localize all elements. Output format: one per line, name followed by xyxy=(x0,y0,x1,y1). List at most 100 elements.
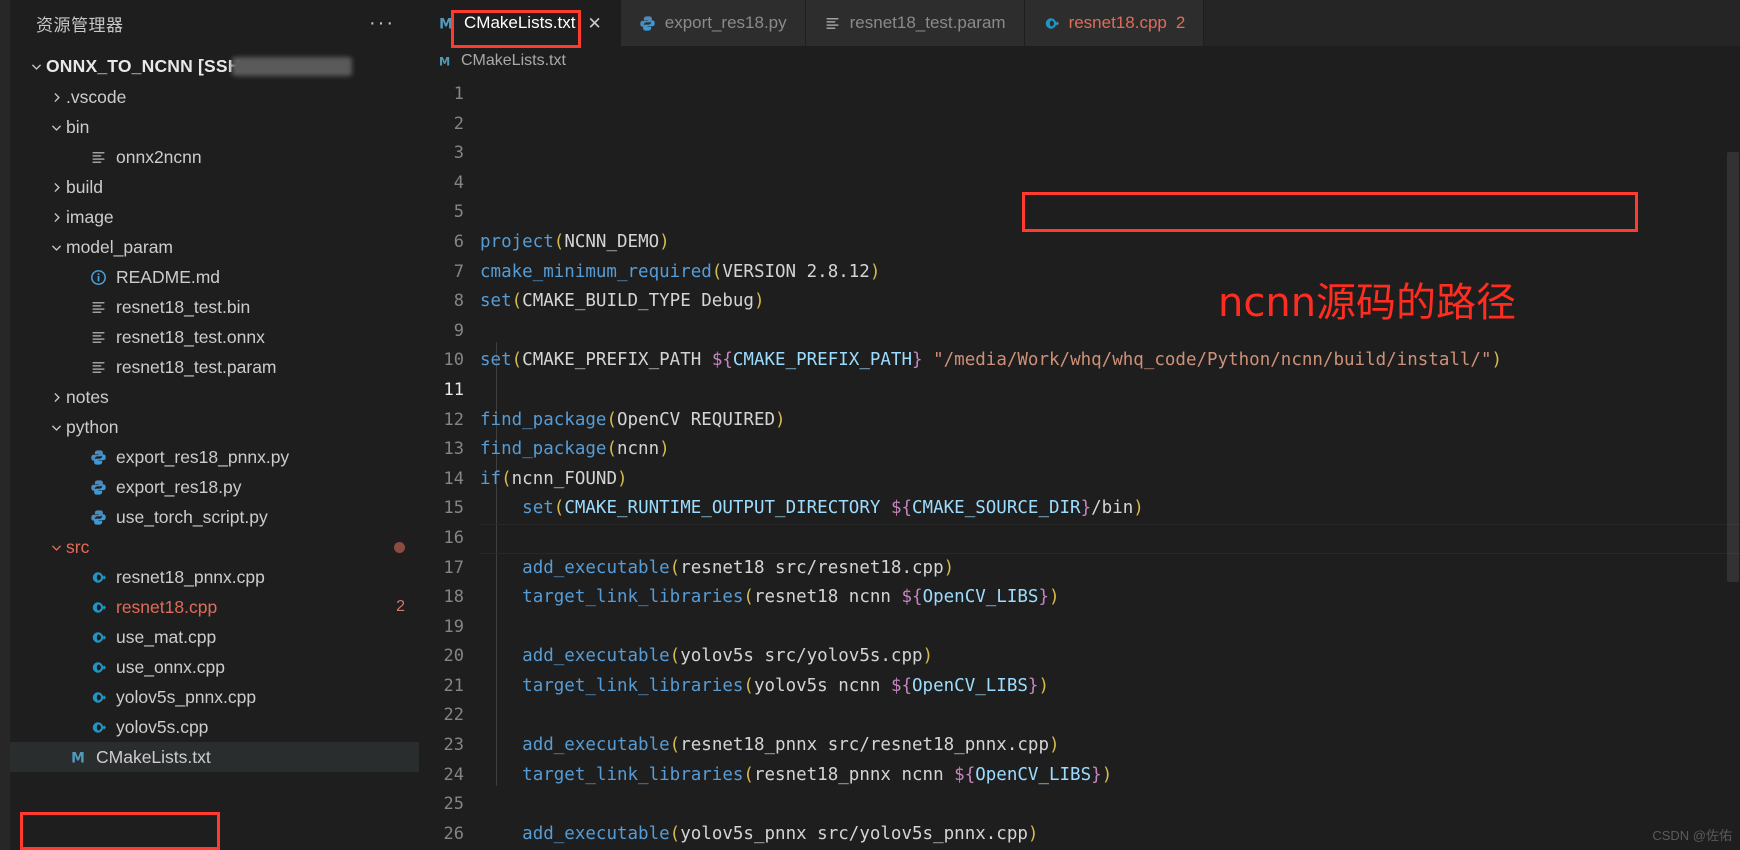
tree-item-src[interactable]: src xyxy=(10,532,419,562)
markdown-info-icon xyxy=(86,269,110,286)
tab-export-res18-py[interactable]: export_res18.py xyxy=(620,0,806,46)
code-line[interactable]: add_executable(resnet18_pnnx src/resnet1… xyxy=(480,731,1740,761)
tab-cmakelists-txt[interactable]: M CMakeLists.txt ✕ xyxy=(420,0,621,46)
breadcrumb[interactable]: M CMakeLists.txt xyxy=(420,46,1740,76)
tree-item-build[interactable]: build xyxy=(10,172,419,202)
tree-item-label: resnet18_test.onnx xyxy=(116,326,265,347)
tree-item--vscode[interactable]: .vscode xyxy=(10,82,419,112)
code-line[interactable]: if(ncnn_FOUND) xyxy=(480,465,1740,495)
tree-item-resnet18-test-onnx[interactable]: resnet18_test.onnx xyxy=(10,322,419,352)
tree-item-export-res18-py[interactable]: export_res18.py xyxy=(10,472,419,502)
markdown-m-icon: M xyxy=(66,749,90,766)
code-token: OpenCV_LIBS xyxy=(922,587,1039,608)
tab-resnet18-cpp[interactable]: resnet18.cpp 2 xyxy=(1024,0,1205,46)
code-token: set xyxy=(480,350,512,371)
code-line[interactable]: project(NCNN_DEMO) xyxy=(480,228,1740,258)
more-actions-icon[interactable]: ··· xyxy=(363,13,401,33)
code-token: ( xyxy=(711,261,723,282)
code-token: ( xyxy=(743,675,754,696)
code-token: /bin xyxy=(1091,498,1134,519)
explorer-title: 资源管理器 xyxy=(36,15,124,35)
tree-item-resnet18-test-param[interactable]: resnet18_test.param xyxy=(10,352,419,382)
tree-item-resnet18-test-bin[interactable]: resnet18_test.bin xyxy=(10,292,419,322)
editor-scrollbar-thumb[interactable] xyxy=(1727,152,1739,582)
tab-resnet18-test-param[interactable]: resnet18_test.param xyxy=(805,0,1025,46)
code-line[interactable] xyxy=(480,317,1740,347)
close-icon[interactable]: ✕ xyxy=(587,15,601,32)
code-line[interactable]: set(CMAKE_PREFIX_PATH ${CMAKE_PREFIX_PAT… xyxy=(480,346,1740,376)
code-token: ncnn xyxy=(616,439,660,460)
code-token: ( xyxy=(511,291,523,312)
code-line[interactable]: target_link_libraries(resnet18 ncnn ${Op… xyxy=(480,583,1740,613)
code-line[interactable] xyxy=(480,701,1740,731)
code-line[interactable] xyxy=(480,613,1740,643)
code-line[interactable]: add_executable(resnet18 src/resnet18.cpp… xyxy=(480,554,1740,584)
tree-item-onnx2ncnn[interactable]: onnx2ncnn xyxy=(10,142,419,172)
code-line[interactable]: set(CMAKE_RUNTIME_OUTPUT_DIRECTORY ${CMA… xyxy=(480,494,1740,524)
tree-item-root[interactable]: ONNX_TO_NCNN [SSH: xyxy=(10,50,419,82)
tree-item-label: src xyxy=(66,536,90,557)
code-token: ( xyxy=(743,587,754,608)
code-line[interactable]: target_link_libraries(resnet18_pnnx ncnn… xyxy=(480,761,1740,791)
tree-item-cmakelists-txt[interactable]: M CMakeLists.txt xyxy=(10,742,419,772)
code-token: add_executable xyxy=(522,557,670,578)
code-editor[interactable]: 1 2 3 4 5 6 7 8 9 10 11 12 13 14 15 16 17 18 19 20 21 22 23 24 2… xyxy=(420,76,1740,850)
tree-item-model-param[interactable]: model_param xyxy=(10,232,419,262)
code-line[interactable] xyxy=(480,523,1740,554)
code-line[interactable] xyxy=(480,790,1740,820)
markdown-m-icon: M xyxy=(438,15,455,32)
tree-item-image[interactable]: image xyxy=(10,202,419,232)
code-token: ) xyxy=(1491,350,1503,371)
tree-item-use-mat-cpp[interactable]: use_mat.cpp xyxy=(10,622,419,652)
redacted-host xyxy=(232,57,352,76)
code-token: ( xyxy=(669,557,681,578)
code-token: ) xyxy=(1049,587,1060,608)
line-number: 7 xyxy=(453,261,464,282)
chevron-right-icon xyxy=(46,391,66,404)
code-line[interactable] xyxy=(480,376,1740,406)
tree-item-resnet18-pnnx-cpp[interactable]: resnet18_pnnx.cpp xyxy=(10,562,419,592)
code-content[interactable]: project(NCNN_DEMO) cmake_minimum_required… xyxy=(480,76,1740,850)
line-number: 11 xyxy=(443,379,464,400)
code-line[interactable]: find_package(ncnn) xyxy=(480,435,1740,465)
tree-item-use-torch-script-py[interactable]: use_torch_script.py xyxy=(10,502,419,532)
line-number: 4 xyxy=(453,172,464,193)
code-line[interactable]: target_link_libraries(yolov5s ncnn ${Ope… xyxy=(480,672,1740,702)
problem-badge: 2 xyxy=(396,598,405,615)
code-line[interactable]: set(CMAKE_BUILD_TYPE Debug) xyxy=(480,287,1740,317)
code-line[interactable]: cmake_minimum_required(VERSION 2.8.12) xyxy=(480,258,1740,288)
code-line[interactable]: add_executable(yolov5s src/yolov5s.cpp) xyxy=(480,642,1740,672)
tree-item-use-onnx-cpp[interactable]: use_onnx.cpp xyxy=(10,652,419,682)
code-token: find_package xyxy=(480,439,607,460)
tree-item-yolov5s-cpp[interactable]: yolov5s.cpp xyxy=(10,712,419,742)
python-icon xyxy=(86,479,110,496)
tree-item-bin[interactable]: bin xyxy=(10,112,419,142)
activity-bar[interactable] xyxy=(0,0,10,850)
code-line[interactable]: find_package(OpenCV REQUIRED) xyxy=(480,406,1740,436)
code-token: ${ xyxy=(890,675,913,696)
tree-item-readme-md[interactable]: README.md xyxy=(10,262,419,292)
tree-item-yolov5s-pnnx-cpp[interactable]: yolov5s_pnnx.cpp xyxy=(10,682,419,712)
line-number: 6 xyxy=(453,231,464,252)
code-token: ( xyxy=(743,764,754,785)
editor-scrollbar[interactable] xyxy=(1726,76,1740,850)
tree-item-notes[interactable]: notes xyxy=(10,382,419,412)
code-token: ) xyxy=(659,231,670,252)
tree-item-python[interactable]: python xyxy=(10,412,419,442)
editor-area: M CMakeLists.txt ✕ export_res18.py resnet18_… xyxy=(420,0,1740,850)
python-icon xyxy=(639,15,656,32)
code-token: VERSION 2.8.12 xyxy=(722,261,870,282)
code-token: target_link_libraries xyxy=(522,675,744,696)
code-token: ) xyxy=(775,409,786,430)
code-token: ) xyxy=(1027,823,1039,844)
cpp-icon xyxy=(1043,15,1060,32)
code-line[interactable]: add_executable(yolov5s_pnnx src/yolov5s_… xyxy=(480,820,1740,850)
tree-item-resnet18-cpp[interactable]: resnet18.cpp 2 xyxy=(10,592,419,622)
svg-text:M: M xyxy=(439,16,453,32)
chevron-down-icon xyxy=(46,421,66,434)
tree-item-export-res18-pnnx-py[interactable]: export_res18_pnnx.py xyxy=(10,442,419,472)
line-number: 2 xyxy=(453,113,464,134)
line-number: 22 xyxy=(443,705,464,726)
